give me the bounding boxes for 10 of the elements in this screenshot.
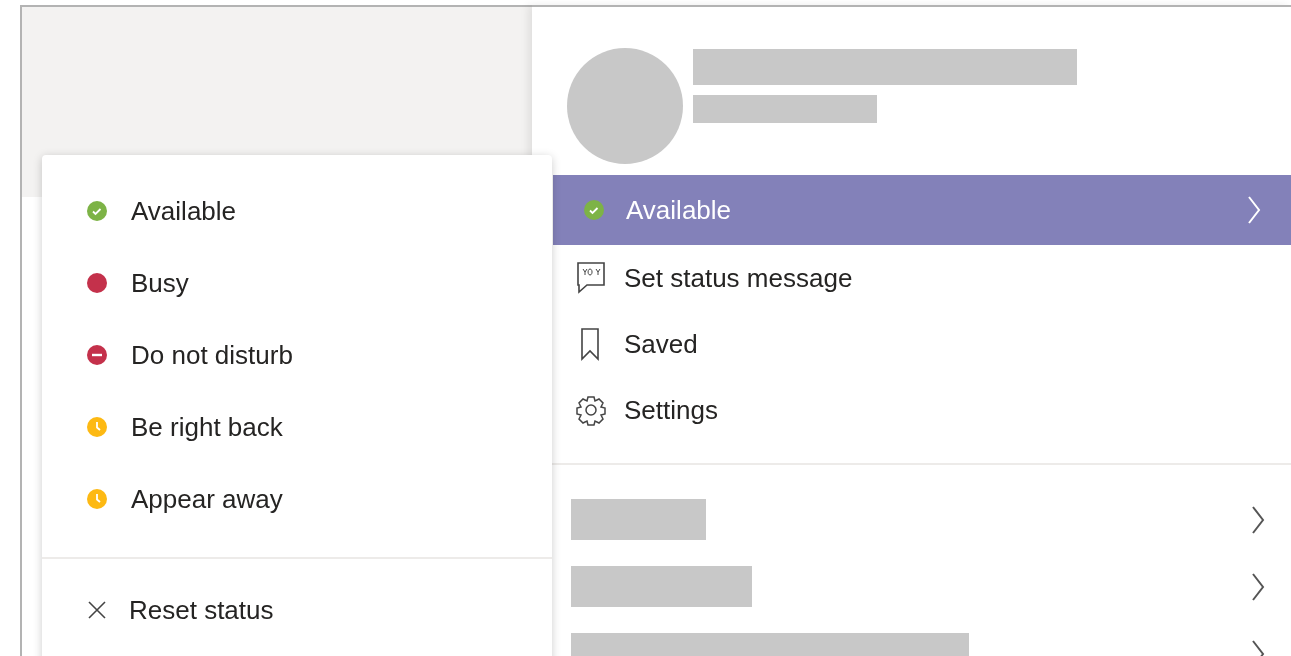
chevron-right-icon	[1247, 195, 1261, 225]
status-option[interactable]: Available	[42, 175, 552, 247]
speech-bubble-icon	[576, 261, 606, 295]
close-icon	[87, 600, 107, 620]
reset-status-option[interactable]: Reset status	[42, 585, 552, 635]
chevron-right-icon	[1251, 571, 1265, 602]
settings-icon	[576, 393, 606, 427]
status-option[interactable]: Appear away	[42, 463, 552, 535]
current-status-row[interactable]: Available	[553, 175, 1291, 245]
chevron-right-icon	[1251, 504, 1265, 535]
